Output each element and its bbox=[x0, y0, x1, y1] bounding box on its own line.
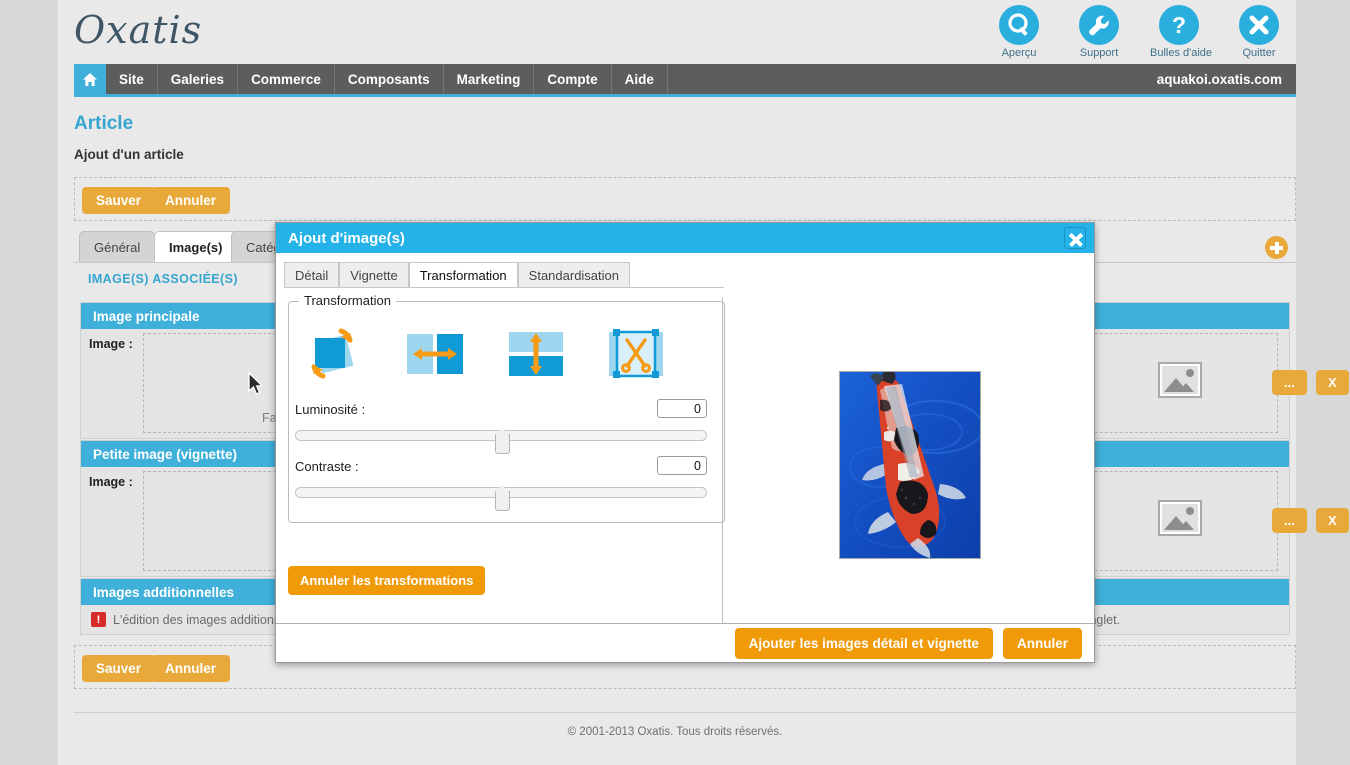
image-placeholder-icon bbox=[1158, 362, 1202, 398]
plus-circle-icon[interactable] bbox=[1265, 236, 1288, 259]
mouse-cursor-icon bbox=[248, 371, 266, 398]
nav-item-galeries[interactable]: Galeries bbox=[158, 64, 239, 94]
contrast-slider-handle[interactable] bbox=[495, 485, 510, 511]
tab-detail[interactable]: Détail bbox=[284, 262, 340, 288]
close-circle-icon bbox=[1239, 5, 1279, 45]
nav-accent-line bbox=[74, 94, 1296, 97]
luminosity-input[interactable] bbox=[657, 399, 707, 418]
home-icon[interactable] bbox=[74, 64, 106, 94]
save-button-top[interactable]: Sauver bbox=[82, 187, 156, 214]
alert-icon: ! bbox=[91, 612, 106, 627]
bulles-aide-label: Bulles d'aide bbox=[1150, 47, 1213, 59]
app-header: Oxatis Aperçu Support ? Bulles d'aide Qu… bbox=[58, 0, 1296, 64]
nav-item-commerce[interactable]: Commerce bbox=[238, 64, 335, 94]
image-label-main: Image : bbox=[89, 337, 133, 351]
dialog-footer: Ajouter les images détail et vignette An… bbox=[276, 623, 1094, 662]
nav-item-composants[interactable]: Composants bbox=[335, 64, 444, 94]
transform-icon-row bbox=[305, 324, 667, 384]
warning-text-left: L'édition des images additionnel bbox=[113, 612, 291, 627]
tab-standardisation[interactable]: Standardisation bbox=[517, 262, 630, 288]
contrast-input[interactable] bbox=[657, 456, 707, 475]
associated-images-label: IMAGE(S) ASSOCIÉE(S) bbox=[88, 272, 238, 286]
image-preview bbox=[839, 371, 981, 559]
copyright-text: © 2001-2013 Oxatis. Tous droits réservés… bbox=[567, 726, 783, 738]
dialog-tabs-divider bbox=[284, 287, 724, 288]
flip-vertical-icon[interactable] bbox=[505, 324, 567, 384]
apercu-button[interactable]: Aperçu bbox=[990, 5, 1048, 59]
apercu-label: Aperçu bbox=[1001, 47, 1037, 59]
footer-divider bbox=[74, 712, 1296, 713]
save-button-bottom[interactable]: Sauver bbox=[82, 655, 156, 682]
add-images-dialog: Ajout d'image(s) Détail Vignette Transfo… bbox=[275, 222, 1095, 663]
cancel-button-bottom[interactable]: Annuler bbox=[151, 655, 231, 682]
dialog-title: Ajout d'image(s) bbox=[288, 229, 405, 247]
image-placeholder-icon bbox=[1158, 500, 1202, 536]
main-navigation: Site Galeries Commerce Composants Market… bbox=[74, 64, 1296, 94]
remove-button-thumb[interactable]: X bbox=[1316, 508, 1349, 533]
luminosity-label: Luminosité : bbox=[295, 402, 366, 417]
tab-vignette[interactable]: Vignette bbox=[339, 262, 409, 288]
support-button[interactable]: Support bbox=[1070, 5, 1128, 59]
confirm-add-images-button[interactable]: Ajouter les images détail et vignette bbox=[734, 627, 993, 659]
tab-images[interactable]: Image(s) bbox=[154, 231, 238, 262]
flip-horizontal-icon[interactable] bbox=[405, 324, 467, 384]
browse-button-thumb[interactable]: ... bbox=[1272, 508, 1307, 533]
undo-transformations-button[interactable]: Annuler les transformations bbox=[288, 566, 486, 595]
crop-icon[interactable] bbox=[605, 324, 667, 384]
rotate-icon[interactable] bbox=[305, 324, 367, 384]
tab-general[interactable]: Général bbox=[79, 231, 156, 262]
fieldset-legend: Transformation bbox=[299, 293, 396, 308]
quitter-label: Quitter bbox=[1242, 47, 1276, 59]
nav-item-marketing[interactable]: Marketing bbox=[444, 64, 535, 94]
page-title: Article bbox=[74, 113, 134, 134]
top-action-bar: Sauver Annuler bbox=[74, 177, 1296, 221]
tab-transformation[interactable]: Transformation bbox=[408, 262, 518, 288]
cancel-button-top[interactable]: Annuler bbox=[151, 187, 231, 214]
dialog-panel-divider bbox=[722, 297, 723, 630]
magnifier-icon bbox=[999, 5, 1039, 45]
dialog-tabs: Détail Vignette Transformation Standardi… bbox=[284, 262, 630, 288]
transformation-fieldset: Transformation Luminosité: 0 Contraste … bbox=[288, 293, 725, 523]
site-domain-label: aquakoi.oxatis.com bbox=[1156, 71, 1282, 87]
top-icon-bar: Aperçu Support ? Bulles d'aide Quitter bbox=[990, 5, 1288, 59]
dialog-header: Ajout d'image(s) bbox=[276, 223, 1094, 253]
nav-item-aide[interactable]: Aide bbox=[612, 64, 668, 94]
page-subtitle: Ajout d'un article bbox=[74, 147, 184, 162]
nav-item-compte[interactable]: Compte bbox=[534, 64, 612, 94]
oxatis-logo: Oxatis bbox=[74, 8, 203, 52]
support-label: Support bbox=[1079, 47, 1119, 59]
contrast-label: Contraste : bbox=[295, 459, 359, 474]
image-label-thumb: Image : bbox=[89, 475, 133, 489]
left-gutter bbox=[0, 0, 58, 765]
close-icon[interactable] bbox=[1064, 227, 1086, 249]
dialog-cancel-button[interactable]: Annuler bbox=[1002, 627, 1082, 659]
luminosity-slider[interactable] bbox=[295, 428, 707, 454]
wrench-icon bbox=[1079, 5, 1119, 45]
luminosity-slider-handle[interactable] bbox=[495, 428, 510, 454]
contrast-slider[interactable] bbox=[295, 485, 707, 511]
quitter-button[interactable]: Quitter bbox=[1230, 5, 1288, 59]
bulles-aide-button[interactable]: ? Bulles d'aide bbox=[1150, 5, 1213, 59]
dialog-body: Détail Vignette Transformation Standardi… bbox=[276, 253, 1094, 630]
svg-text:?: ? bbox=[1172, 12, 1186, 38]
question-icon: ? bbox=[1159, 5, 1199, 45]
browse-button-main[interactable]: ... bbox=[1272, 370, 1307, 395]
nav-item-site[interactable]: Site bbox=[106, 64, 158, 94]
remove-button-main[interactable]: X bbox=[1316, 370, 1349, 395]
